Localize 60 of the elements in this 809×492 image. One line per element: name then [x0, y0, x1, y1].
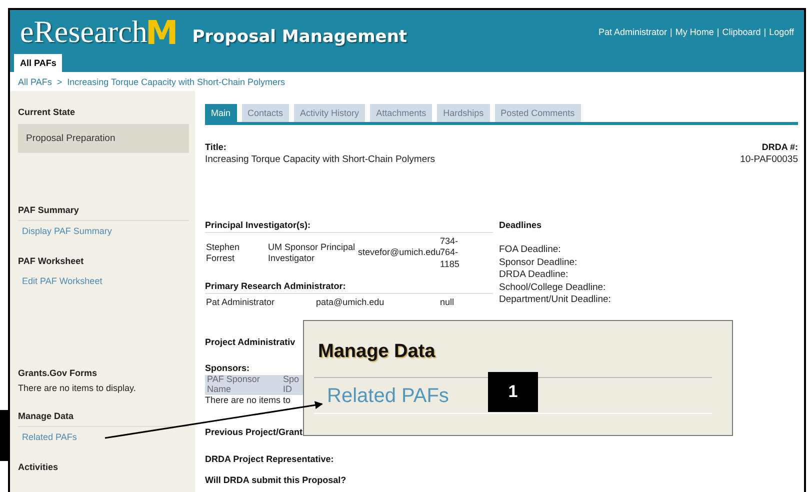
tab[interactable]: Attachments [370, 104, 432, 122]
breadcrumb-separator: > [56, 77, 62, 89]
sidebar-heading: Current State [18, 107, 76, 119]
step-number: 1 [488, 372, 538, 412]
deadline-label: School/College Deadline: [499, 282, 607, 294]
section-label: Deadlines [499, 220, 543, 230]
breadcrumb-link[interactable]: All PAFs [18, 77, 52, 91]
tab[interactable]: Activity History [294, 104, 366, 122]
column-heading: Spo ID [282, 375, 300, 395]
empty-message: There are no items to [205, 394, 291, 405]
field-label: Title: [205, 142, 228, 152]
table-cell-text: Pat Administrator [205, 296, 276, 309]
sidebar-heading: PAF Worksheet [18, 256, 85, 268]
section-label: Project Administrativ [205, 337, 296, 347]
sidebar-heading: Grants.Gov Forms [18, 368, 98, 380]
deadline-label: Department/Unit Deadline: [499, 294, 611, 306]
tab[interactable]: Contacts [242, 104, 290, 122]
link-separator: | [764, 27, 766, 37]
user-link[interactable]: Clipboard [722, 27, 761, 37]
field-value: 10-PAF00035 [740, 154, 798, 165]
sidebar-link[interactable]: Display PAF Summary [18, 221, 189, 236]
field-label: DRDA #: [760, 142, 798, 152]
callout-heading: Manage Data [318, 341, 436, 363]
sidebar-heading: Activities [18, 462, 60, 474]
sidebar-link[interactable]: Edit PAF Worksheet [18, 271, 189, 286]
tab[interactable]: Main [205, 104, 237, 122]
nav-tab[interactable]: All PAFs [14, 54, 62, 72]
table-cell-text: null [439, 296, 456, 309]
section-label: Will DRDA submit this Proposal? [205, 474, 348, 485]
deadline-label: Sponsor Deadline: [499, 256, 578, 269]
deadline-label: FOA Deadline: [499, 244, 562, 256]
user-link[interactable]: Logoff [769, 27, 794, 37]
table-cell-text: Stephen Forrest [205, 240, 241, 265]
section-label: Previous Project/Grant [205, 426, 304, 437]
deadline-label: DRDA Deadline: [499, 269, 570, 282]
section-label: Primary Research Administrator: [205, 280, 347, 291]
sidebar-heading: Manage Data [18, 411, 189, 427]
user-link[interactable]: My Home [675, 27, 714, 37]
breadcrumb-link[interactable]: Increasing Torque Capacity with Short-Chain Polymers [67, 77, 286, 91]
section-label: DRDA Project Representative: [205, 454, 335, 464]
tab[interactable]: Posted Comments [494, 104, 581, 122]
section-label: Sponsors: [205, 363, 251, 373]
column-heading: PAF Sponsor Name [206, 375, 261, 395]
table-cell-text: 734-764-1185 [440, 235, 460, 270]
tab[interactable]: Hardships [437, 104, 490, 122]
table-cell-text: stevefor@umich.edu [357, 246, 439, 260]
app-title: Proposal Management [192, 27, 408, 47]
user-link[interactable]: Pat Administrator [598, 27, 668, 37]
link-separator: | [716, 27, 720, 37]
empty-message: There are no items to display. [18, 383, 137, 393]
callout-link[interactable]: Related PAFs [327, 385, 449, 408]
link-separator: | [670, 27, 672, 37]
logo-text: eResearch [20, 14, 148, 50]
sidebar-link[interactable]: Related PAFs [18, 427, 189, 442]
section-label: Principal Investigator(s): [205, 220, 312, 230]
table-cell-text: pata@umich.edu [315, 296, 386, 309]
field-value: Increasing Torque Capacity with Short-Chain Polymers [205, 154, 436, 165]
table-cell-text: UM Sponsor Principal Investigator [267, 240, 356, 265]
current-state: Proposal Preparation [18, 124, 189, 153]
sidebar-heading: PAF Summary [18, 205, 189, 221]
